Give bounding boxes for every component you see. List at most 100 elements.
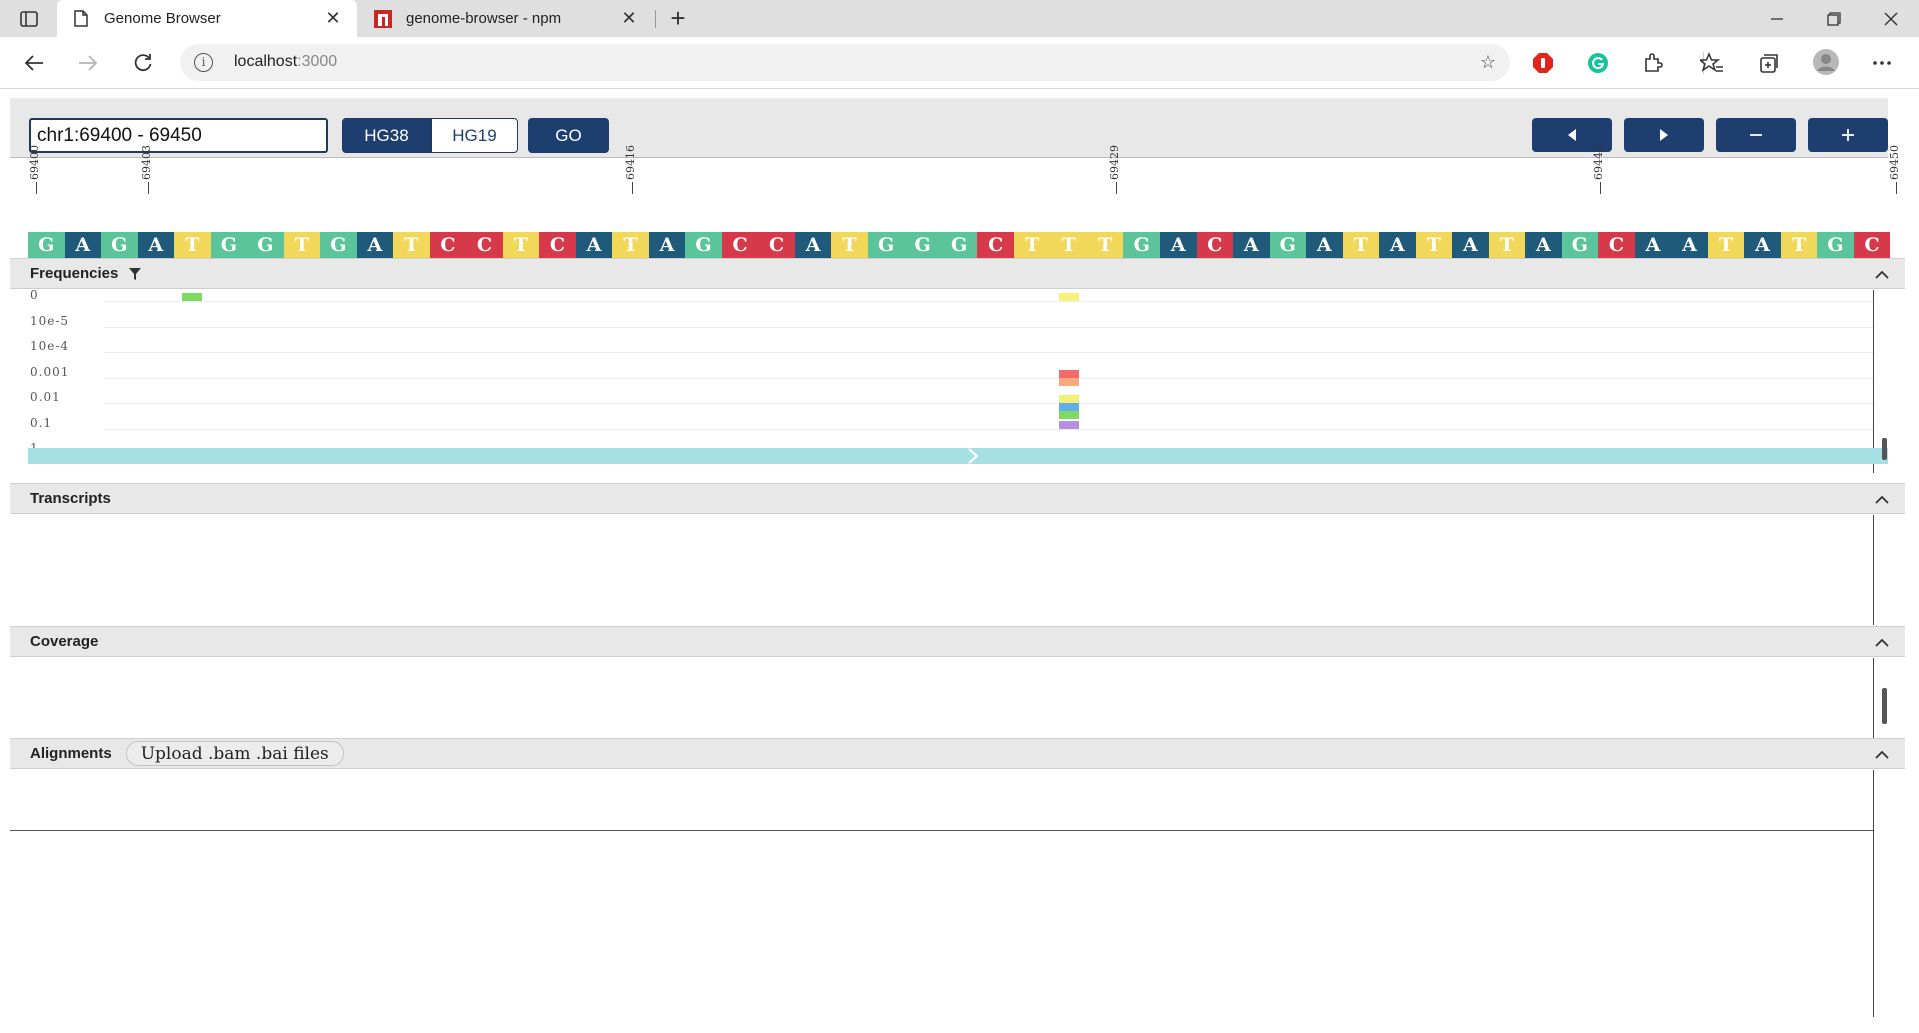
frequency-gridline [104, 301, 1874, 302]
browser-tab-bar: Genome Browser ✕ genome-browser - npm ✕ … [0, 0, 1919, 37]
tab-genome-browser[interactable]: Genome Browser ✕ [57, 0, 357, 37]
base-C: C [721, 232, 759, 258]
upload-bam-button[interactable]: Upload .bam .bai files [125, 741, 344, 766]
address-bar[interactable]: i localhost:3000 ☆ [180, 44, 1510, 81]
reload-icon [134, 54, 152, 72]
base-G: G [904, 232, 941, 258]
base-A: A [575, 232, 613, 258]
transcript-bar[interactable] [28, 448, 1888, 464]
frequencies-panel-header[interactable]: Frequencies [10, 258, 1905, 289]
base-T: T [1342, 232, 1380, 258]
base-G: G [28, 232, 65, 258]
page-icon [72, 10, 90, 28]
base-T: T [1013, 232, 1051, 258]
frequency-gridline [104, 403, 1874, 404]
filter-icon[interactable] [128, 267, 142, 281]
more-options-icon[interactable] [1870, 51, 1894, 75]
track-boundary-line [1873, 515, 1874, 625]
extensions-icon[interactable] [1641, 51, 1665, 75]
frequency-gridline [104, 428, 1874, 430]
frequency-scale-label: 10e-4 [30, 339, 70, 353]
chevron-up-icon[interactable] [1873, 633, 1891, 651]
base-A: A [1306, 232, 1343, 258]
profile-avatar-icon[interactable] [1812, 48, 1840, 76]
frequency-scale-label: 0.001 [30, 364, 70, 379]
reference-sequence-track: GAGATGGTGATCCTCATAGCCATGGGCTTTGACAGATATA… [28, 232, 1890, 258]
base-G: G [1123, 232, 1160, 258]
base-C: C [466, 232, 503, 258]
alignments-scrollbar-thumb[interactable] [1882, 688, 1887, 724]
browser-toolbar: i localhost:3000 ☆ [0, 37, 1919, 89]
base-C: C [1196, 232, 1234, 258]
variant-frequency-mark[interactable] [1058, 411, 1079, 419]
base-T: T [1780, 232, 1818, 258]
variant-frequency-mark[interactable] [1058, 403, 1079, 411]
minimize-icon [1771, 17, 1783, 20]
favorites-icon[interactable] [1700, 51, 1724, 75]
transcripts-panel-header[interactable]: Transcripts [10, 483, 1905, 514]
add-favorite-icon[interactable]: ☆ [1480, 52, 1496, 73]
reload-button[interactable] [125, 45, 161, 81]
position-ruler: 69400 69403 69416 69429 69442 69450 [28, 138, 1901, 194]
base-A: A [648, 232, 686, 258]
base-C: C [539, 232, 576, 258]
panel-title: Coverage [30, 633, 99, 650]
base-C: C [977, 232, 1014, 258]
ruler-tick-label: 69416 [623, 145, 637, 180]
tab-actions-button[interactable] [12, 8, 46, 30]
chevron-up-icon[interactable] [1873, 490, 1891, 508]
ruler-tick-label: 69450 [1888, 145, 1901, 180]
coverage-panel-header[interactable]: Coverage [10, 626, 1905, 657]
base-G: G [1817, 232, 1854, 258]
frequency-scale-label: 0.01 [30, 390, 61, 404]
genome-browser-app: HG38 HG19 GO 694006940369416694296944269… [0, 90, 1919, 1033]
close-icon [1884, 12, 1898, 25]
variant-frequency-mark[interactable] [1058, 369, 1079, 378]
close-tab-icon[interactable]: ✕ [619, 8, 639, 29]
close-window-button[interactable] [1863, 0, 1919, 37]
frequency-scale-label: 0 [30, 288, 39, 302]
base-T: T [1488, 232, 1526, 258]
site-info-icon[interactable]: i [194, 53, 213, 72]
strand-direction-icon [968, 448, 979, 464]
grammarly-extension-icon[interactable] [1586, 51, 1610, 75]
variant-frequency-mark[interactable] [1058, 420, 1079, 429]
base-C: C [1598, 232, 1635, 258]
ruler-tick-label: 69442 [1592, 145, 1606, 180]
base-G: G [1269, 232, 1307, 258]
variant-frequency-mark[interactable] [1058, 293, 1079, 301]
forward-button[interactable] [70, 45, 106, 81]
base-G: G [247, 232, 284, 258]
collections-icon[interactable] [1757, 51, 1781, 75]
ruler-tick-label: 69400 [28, 145, 41, 180]
tab-actions-icon [20, 11, 38, 27]
alignments-panel-header[interactable]: Alignments Upload .bam .bai files [10, 738, 1905, 769]
panel-title: Frequencies [30, 265, 119, 282]
base-T: T [1050, 232, 1087, 258]
new-tab-button[interactable]: + [664, 5, 692, 32]
minimize-button[interactable] [1749, 0, 1805, 37]
tab-separator [655, 10, 656, 28]
base-A: A [1452, 232, 1489, 258]
bottom-border [10, 830, 1873, 831]
back-button[interactable] [16, 45, 52, 81]
variant-frequency-mark[interactable] [1058, 377, 1079, 386]
base-A: A [1634, 232, 1672, 258]
chevron-up-icon[interactable] [1873, 745, 1891, 763]
ruler-tick-label: 69429 [1107, 145, 1121, 180]
base-A: A [356, 232, 394, 258]
restore-button[interactable] [1806, 0, 1862, 37]
base-G: G [1561, 232, 1599, 258]
tab-genome-browser-npm[interactable]: genome-browser - npm ✕ [359, 0, 653, 37]
base-A: A [1671, 232, 1708, 258]
adblock-extension-icon[interactable] [1531, 51, 1555, 75]
base-C: C [758, 232, 795, 258]
transcripts-scrollbar-thumb[interactable] [1882, 438, 1887, 460]
base-T: T [831, 232, 868, 258]
restore-icon [1827, 11, 1841, 26]
variant-frequency-mark[interactable] [1058, 395, 1079, 403]
variant-frequency-mark[interactable] [182, 293, 203, 301]
track-boundary-line [1873, 770, 1874, 1017]
close-tab-icon[interactable]: ✕ [323, 8, 343, 29]
chevron-up-icon[interactable] [1873, 265, 1891, 283]
